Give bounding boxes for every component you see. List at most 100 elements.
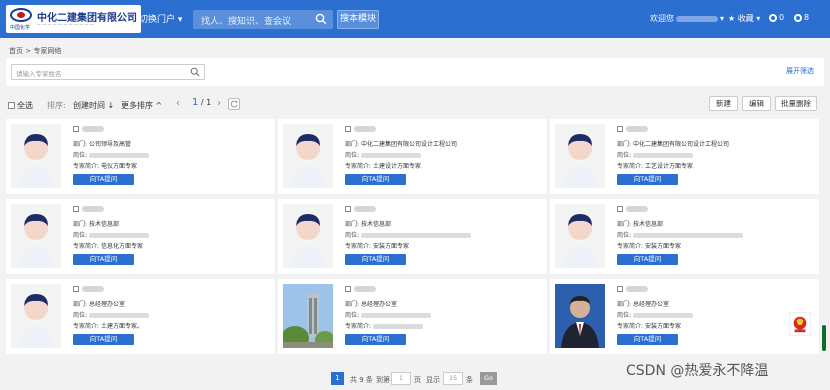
- ask-button[interactable]: 向TA提问: [617, 174, 678, 185]
- go-button[interactable]: Go: [480, 372, 497, 385]
- party-emblem-icon[interactable]: [789, 312, 811, 336]
- intro-value: [372, 324, 423, 329]
- expert-name[interactable]: [626, 206, 648, 212]
- breadcrumb-separator: >: [25, 47, 32, 55]
- dept-value: 总经理办公室: [360, 301, 397, 308]
- favorites-menu[interactable]: ★ 收藏 ▾: [728, 13, 760, 24]
- portal-switch[interactable]: 切换门户 ▾: [139, 12, 182, 25]
- user-name: [676, 15, 718, 22]
- dept-row: 部门: 总经理办公室: [617, 299, 669, 308]
- post-label: 岗位:: [617, 232, 632, 239]
- avatar[interactable]: [11, 124, 61, 188]
- intro-label: 专家简介:: [617, 163, 644, 170]
- message-counter[interactable]: 8: [794, 13, 809, 22]
- card-checkbox[interactable]: [617, 126, 623, 132]
- expert-name[interactable]: [82, 286, 104, 292]
- intro-label: 专家简介:: [617, 243, 644, 250]
- goto-page-input[interactable]: 1: [391, 372, 411, 385]
- expert-name[interactable]: [626, 286, 648, 292]
- dept-value: 技术信息部: [360, 221, 391, 228]
- card-checkbox[interactable]: [617, 286, 623, 292]
- chevron-up-icon: ^: [155, 101, 163, 110]
- avatar[interactable]: [11, 204, 61, 268]
- avatar[interactable]: [555, 124, 605, 188]
- edit-button[interactable]: 编辑: [742, 96, 771, 111]
- ask-button[interactable]: 向TA提问: [73, 254, 134, 265]
- expert-name[interactable]: [354, 206, 376, 212]
- expert-name[interactable]: [354, 126, 376, 132]
- page-1-button[interactable]: 1: [331, 372, 344, 385]
- welcome-user[interactable]: 欢迎您 ▾: [650, 13, 724, 24]
- avatar[interactable]: [11, 284, 61, 348]
- global-search-input[interactable]: 找人、搜知识、查会议: [193, 10, 333, 29]
- dept-row: 部门: 公司领导及高管: [73, 139, 131, 148]
- post-label: 岗位:: [73, 152, 88, 159]
- prev-page-icon[interactable]: ‹: [176, 98, 180, 109]
- select-all-checkbox[interactable]: 全选: [8, 100, 33, 111]
- intro-row: 专家简介: 安装方面专家: [617, 241, 681, 250]
- ask-button[interactable]: 向TA提问: [617, 254, 678, 265]
- top-bar: 中化二建集团有限公司 中国化学 — — — — — — — — — — — 切换…: [0, 0, 830, 38]
- favorites-label: 收藏: [737, 14, 754, 23]
- avatar[interactable]: [555, 204, 605, 268]
- avatar[interactable]: [283, 204, 333, 268]
- post-label: 岗位:: [345, 152, 360, 159]
- intro-label: 专家简介:: [345, 323, 372, 330]
- expert-card: 部门: 总经理办公室 岗位: 专家简介: 向TA提问: [278, 279, 547, 354]
- expert-name-search-input[interactable]: 请输入专家姓名: [11, 64, 205, 80]
- breadcrumb-home[interactable]: 首页: [9, 47, 23, 55]
- ask-button[interactable]: 向TA提问: [345, 334, 406, 345]
- next-page-icon[interactable]: ›: [217, 98, 221, 109]
- avatar[interactable]: [283, 124, 333, 188]
- sort-created-time[interactable]: 创建时间 ↓: [73, 100, 114, 111]
- card-checkbox[interactable]: [73, 126, 79, 132]
- search-module-button[interactable]: 搜本模块: [337, 10, 379, 29]
- card-checkbox[interactable]: [345, 206, 351, 212]
- post-value: [632, 233, 743, 238]
- card-checkbox[interactable]: [73, 286, 79, 292]
- card-checkbox[interactable]: [617, 206, 623, 212]
- card-checkbox[interactable]: [73, 206, 79, 212]
- new-button[interactable]: 新建: [709, 96, 738, 111]
- dept-label: 部门:: [345, 221, 360, 228]
- dept-row: 部门: 中化二建集团有限公司设计工程公司: [617, 139, 729, 148]
- batch-delete-button[interactable]: 批量删除: [775, 96, 817, 111]
- expert-name[interactable]: [626, 126, 648, 132]
- post-row: 岗位:: [617, 150, 693, 159]
- intro-row: 专家简介: 土建设计方面专家: [345, 161, 421, 170]
- intro-row: 专家简介: 电仪方面专家: [73, 161, 137, 170]
- search-icon[interactable]: [190, 67, 200, 77]
- ask-button[interactable]: 向TA提问: [73, 334, 134, 345]
- post-value: [88, 153, 149, 158]
- welcome-label: 欢迎您: [650, 14, 674, 23]
- todo-counter[interactable]: 0: [769, 13, 784, 22]
- page-size-input[interactable]: 15: [443, 372, 463, 385]
- avatar-building-photo[interactable]: [281, 284, 335, 350]
- more-sort-dropdown[interactable]: 更多排序 ^: [121, 100, 162, 111]
- dept-row: 部门: 技术信息部: [345, 219, 391, 228]
- ask-button[interactable]: 向TA提问: [73, 174, 134, 185]
- expand-filter-link[interactable]: 展开筛选: [786, 66, 814, 76]
- card-checkbox[interactable]: [345, 286, 351, 292]
- post-label: 岗位:: [345, 312, 360, 319]
- scrollbar-thumb[interactable]: [822, 325, 826, 351]
- ask-button[interactable]: 向TA提问: [345, 174, 406, 185]
- post-label: 岗位:: [73, 312, 88, 319]
- refresh-icon[interactable]: [228, 98, 240, 110]
- dept-label: 部门:: [617, 141, 632, 148]
- dept-row: 部门: 总经理办公室: [345, 299, 397, 308]
- post-value: [360, 313, 431, 318]
- post-row: 岗位:: [73, 230, 149, 239]
- expert-name[interactable]: [82, 126, 104, 132]
- company-logo[interactable]: 中化二建集团有限公司 中国化学 — — — — — — — — — — —: [6, 5, 141, 33]
- ask-button[interactable]: 向TA提问: [617, 334, 678, 345]
- dept-value: 总经理办公室: [632, 301, 669, 308]
- dept-row: 部门: 技术信息部: [617, 219, 663, 228]
- expert-name[interactable]: [82, 206, 104, 212]
- ask-button[interactable]: 向TA提问: [345, 254, 406, 265]
- avatar-person-photo[interactable]: [555, 284, 605, 348]
- card-checkbox[interactable]: [345, 126, 351, 132]
- search-icon[interactable]: [315, 13, 327, 25]
- post-row: 岗位:: [345, 310, 431, 319]
- expert-name[interactable]: [354, 286, 376, 292]
